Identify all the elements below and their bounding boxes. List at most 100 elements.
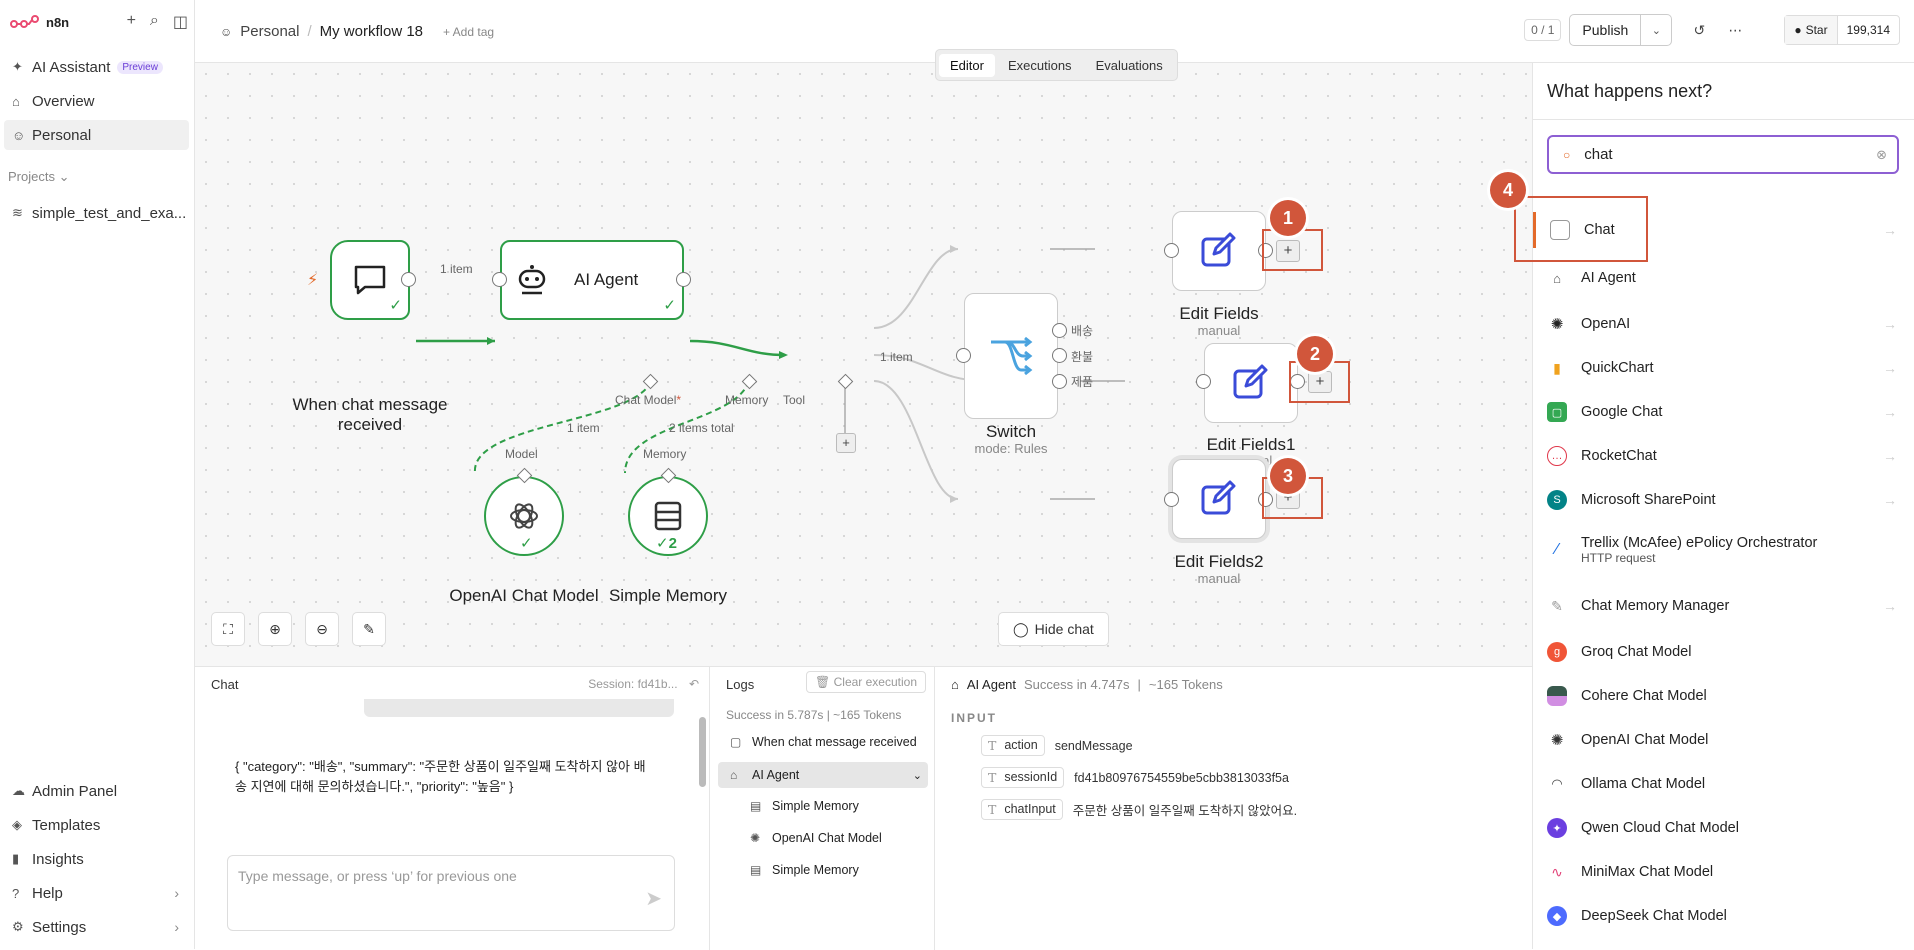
sidebar-item-ai-assistant[interactable]: ✦ AI Assistant Preview bbox=[4, 52, 189, 82]
node-item-label: Google Chat bbox=[1581, 404, 1663, 420]
publish-button[interactable]: Publish bbox=[1570, 15, 1642, 45]
hide-chat-label: Hide chat bbox=[1034, 621, 1094, 637]
node-item-chat-memory-manager[interactable]: ✎ Chat Memory Manager → bbox=[1533, 588, 1914, 624]
github-star-button[interactable]: ● Star 199,314 bbox=[1784, 15, 1900, 45]
sidebar-item-templates[interactable]: ◈ Templates bbox=[4, 810, 189, 840]
workflow-name[interactable]: My workflow 18 bbox=[320, 23, 423, 40]
add-tool-button[interactable]: + bbox=[836, 433, 856, 453]
input-port[interactable] bbox=[1164, 492, 1179, 507]
add-icon[interactable]: + bbox=[127, 12, 136, 32]
history-icon[interactable]: ↺ bbox=[1690, 22, 1708, 39]
sidebar-item-label: simple_test_and_exa... bbox=[32, 204, 187, 222]
add-tag-link[interactable]: + Add tag bbox=[443, 25, 494, 39]
output-port-2[interactable] bbox=[1052, 348, 1067, 363]
node-item-deepseek[interactable]: ◆ DeepSeek Chat Model bbox=[1533, 898, 1914, 934]
workflow-canvas[interactable]: ⚡ ✓ When chat message received 1 item AI… bbox=[195, 63, 1532, 666]
node-item-openai[interactable]: ✺ OpenAI → bbox=[1533, 306, 1914, 342]
search-icon[interactable]: ⌕ bbox=[150, 12, 159, 32]
detail-header: ⌂ AI Agent Success in 4.747s | ~165 Toke… bbox=[951, 677, 1223, 692]
node-edit-fields2[interactable] bbox=[1172, 459, 1266, 539]
node-item-cohere[interactable]: Cohere Chat Model bbox=[1533, 678, 1914, 714]
sidebar-item-personal[interactable]: ☺ Personal bbox=[4, 120, 189, 150]
chevron-down-icon[interactable]: ⌄ bbox=[1641, 24, 1671, 37]
zoom-in-button[interactable]: ⊕ bbox=[258, 612, 292, 646]
node-item-quickchart[interactable]: ▮ QuickChart → bbox=[1533, 350, 1914, 386]
tab-editor[interactable]: Editor bbox=[939, 53, 995, 77]
log-row[interactable]: ▤ Simple Memory bbox=[738, 857, 928, 883]
node-item-openai-chat-model[interactable]: ✺ OpenAI Chat Model bbox=[1533, 722, 1914, 758]
node-item-ai-agent[interactable]: ⌂ AI Agent bbox=[1533, 260, 1914, 296]
log-row[interactable]: ▢ When chat message received bbox=[718, 729, 928, 755]
log-row[interactable]: ⌂ AI Agent ⌄ bbox=[718, 762, 928, 788]
sidebar-item-help[interactable]: ? Help › bbox=[4, 878, 189, 908]
hide-chat-button[interactable]: ◯ Hide chat bbox=[998, 612, 1109, 646]
sidebar-item-insights[interactable]: ▮ Insights bbox=[4, 844, 189, 874]
arrow-right-icon: → bbox=[1883, 360, 1897, 376]
sidebar-item-settings[interactable]: ⚙ Settings › bbox=[4, 912, 189, 942]
chat-scrollbar[interactable] bbox=[699, 717, 706, 787]
arrow-right-icon: → bbox=[1883, 316, 1897, 332]
log-row[interactable]: ✺ OpenAI Chat Model bbox=[738, 825, 928, 851]
text-type-icon: T bbox=[988, 802, 997, 817]
node-switch[interactable] bbox=[964, 293, 1058, 419]
node-item-groq[interactable]: g Groq Chat Model bbox=[1533, 634, 1914, 670]
node-ai-agent[interactable]: AI Agent ✓ bbox=[500, 240, 684, 320]
clear-execution-button[interactable]: 🗑 Clear execution bbox=[806, 671, 926, 693]
node-item-rocketchat[interactable]: … RocketChat → bbox=[1533, 438, 1914, 474]
user-icon: ☺ bbox=[12, 127, 26, 143]
memory-port-label: Memory bbox=[725, 393, 769, 407]
reset-icon[interactable]: ↶ bbox=[689, 677, 699, 691]
node-item-sharepoint[interactable]: S Microsoft SharePoint → bbox=[1533, 482, 1914, 518]
tidy-up-button[interactable]: ✎ bbox=[352, 612, 386, 646]
annotation-badge-2: 2 bbox=[1297, 336, 1333, 372]
fit-view-button[interactable]: ⛶ bbox=[211, 612, 245, 646]
field-key-label: sessionId bbox=[1004, 770, 1058, 784]
log-row-label: When chat message received bbox=[752, 735, 917, 749]
zoom-out-button[interactable]: ⊖ bbox=[305, 612, 339, 646]
chat-model-port-label: Chat Model* bbox=[615, 393, 681, 407]
chat-bubble-icon bbox=[354, 265, 386, 295]
log-row[interactable]: ▤ Simple Memory bbox=[738, 793, 928, 819]
node-item-minimax[interactable]: ∿ MiniMax Chat Model bbox=[1533, 854, 1914, 890]
node-chat-trigger[interactable]: ✓ bbox=[330, 240, 410, 320]
text-type-icon: T bbox=[988, 738, 997, 753]
node-simple-memory[interactable]: ✓2 bbox=[628, 476, 708, 556]
input-port[interactable] bbox=[1164, 243, 1179, 258]
node-edit-fields[interactable] bbox=[1172, 211, 1266, 291]
sidebar-item-overview[interactable]: ⌂ Overview bbox=[4, 86, 189, 116]
node-item-ollama[interactable]: ◠ Ollama Chat Model bbox=[1533, 766, 1914, 802]
input-port[interactable] bbox=[492, 272, 507, 287]
input-port[interactable] bbox=[956, 348, 971, 363]
node-openai-chat-model[interactable]: ✓ bbox=[484, 476, 564, 556]
node-item-google-chat[interactable]: ▢ Google Chat → bbox=[1533, 394, 1914, 430]
chat-input[interactable]: Type message, or press ‘up’ for previous… bbox=[227, 855, 675, 931]
breadcrumb-owner[interactable]: Personal bbox=[240, 23, 299, 40]
input-port[interactable] bbox=[1196, 374, 1211, 389]
chevron-down-icon[interactable]: ⌄ bbox=[913, 769, 922, 782]
edge-label: 1 item bbox=[880, 350, 913, 364]
breadcrumb-separator: / bbox=[307, 23, 312, 40]
clear-search-icon[interactable]: ⊗ bbox=[1876, 147, 1887, 163]
node-item-text: Trellix (McAfee) ePolicy Orchestrator HTT… bbox=[1581, 535, 1817, 565]
success-check-icon: ✓ bbox=[663, 297, 676, 314]
output-port[interactable] bbox=[676, 272, 691, 287]
log-row-label: Simple Memory bbox=[772, 863, 859, 877]
sidebar-item-project[interactable]: ≋ simple_test_and_exa... bbox=[4, 198, 189, 228]
output-port-3[interactable] bbox=[1052, 374, 1067, 389]
tab-executions[interactable]: Executions bbox=[997, 54, 1083, 77]
tab-evaluations[interactable]: Evaluations bbox=[1085, 54, 1174, 77]
rocketchat-icon: … bbox=[1547, 446, 1567, 466]
node-search-input[interactable]: ○ chat ⊗ bbox=[1547, 135, 1899, 174]
collapse-sidebar-icon[interactable]: ◫ bbox=[173, 12, 188, 32]
send-icon[interactable]: ➤ bbox=[645, 886, 662, 911]
log-row-label: AI Agent bbox=[752, 768, 800, 782]
node-edit-fields1[interactable] bbox=[1204, 343, 1298, 423]
sidebar-item-admin-panel[interactable]: ☁ Admin Panel bbox=[4, 776, 189, 806]
node-label: Simple Memory bbox=[608, 586, 728, 605]
output-port[interactable] bbox=[401, 272, 416, 287]
more-icon[interactable]: ⋯ bbox=[1726, 22, 1744, 39]
output-port-1[interactable] bbox=[1052, 323, 1067, 338]
node-item-qwen[interactable]: ✦ Qwen Cloud Chat Model bbox=[1533, 810, 1914, 846]
node-item-trellix[interactable]: ⁄ Trellix (McAfee) ePolicy Orchestrator HT… bbox=[1533, 528, 1914, 572]
projects-header[interactable]: Projects ⌄ bbox=[8, 169, 70, 185]
